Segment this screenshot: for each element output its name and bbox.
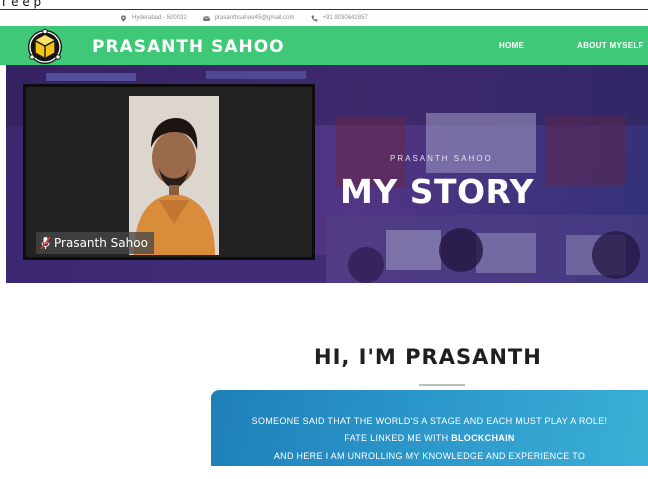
video-call-tile[interactable]: Prasanth Sahoo (23, 84, 315, 260)
contact-email[interactable]: prasanthsahoo45@gmail.com (202, 15, 295, 22)
envelope-icon (202, 15, 210, 21)
contact-email-text: prasanthsahoo45@gmail.com (214, 15, 295, 21)
participant-name-tag: Prasanth Sahoo (36, 232, 154, 254)
story-box: SOMEONE SAID THAT THE WORLD'S A STAGE AN… (211, 390, 648, 466)
contact-bar: Hyderabad - 500032 prasanthsahoo45@gmail… (0, 10, 648, 26)
phone-icon (311, 15, 317, 21)
intro-divider (419, 384, 465, 386)
intro-heading: HI, I'M PRASANTH (314, 345, 542, 369)
map-pin-icon (121, 14, 126, 22)
participant-name: Prasanth Sahoo (54, 236, 148, 250)
navbar: PRASANTH SAHOO HOME ABOUT MYSELF (0, 26, 648, 65)
contact-location-text: Hyderabad - 500032 (132, 15, 187, 21)
hero-kicker: PRASANTH SAHOO (390, 154, 493, 163)
contact-location: Hyderabad - 500032 (120, 14, 187, 22)
hero-title: MY STORY (340, 172, 535, 211)
cube-logo-icon[interactable] (25, 27, 65, 67)
microphone-muted-icon (40, 236, 51, 250)
contact-phone[interactable]: +91 9030642857 (311, 15, 368, 22)
nav-about-link[interactable]: ABOUT MYSELF (577, 41, 644, 50)
story-line-1: SOMEONE SAID THAT THE WORLD'S A STAGE AN… (251, 416, 608, 426)
nav-home-link[interactable]: HOME (499, 41, 524, 50)
story-line-3: AND HERE I AM UNROLLING MY KNOWLEDGE AND… (273, 451, 586, 461)
story-line-2-strong: BLOCKCHAIN (451, 433, 515, 443)
cropped-top-text: T e e p (0, 0, 42, 9)
story-line-2-prefix: FATE LINKED ME WITH (344, 433, 452, 443)
story-line-2: FATE LINKED ME WITH BLOCKCHAIN (211, 433, 648, 443)
contact-phone-text: +91 9030642857 (322, 15, 368, 21)
brand-name[interactable]: PRASANTH SAHOO (92, 37, 285, 57)
